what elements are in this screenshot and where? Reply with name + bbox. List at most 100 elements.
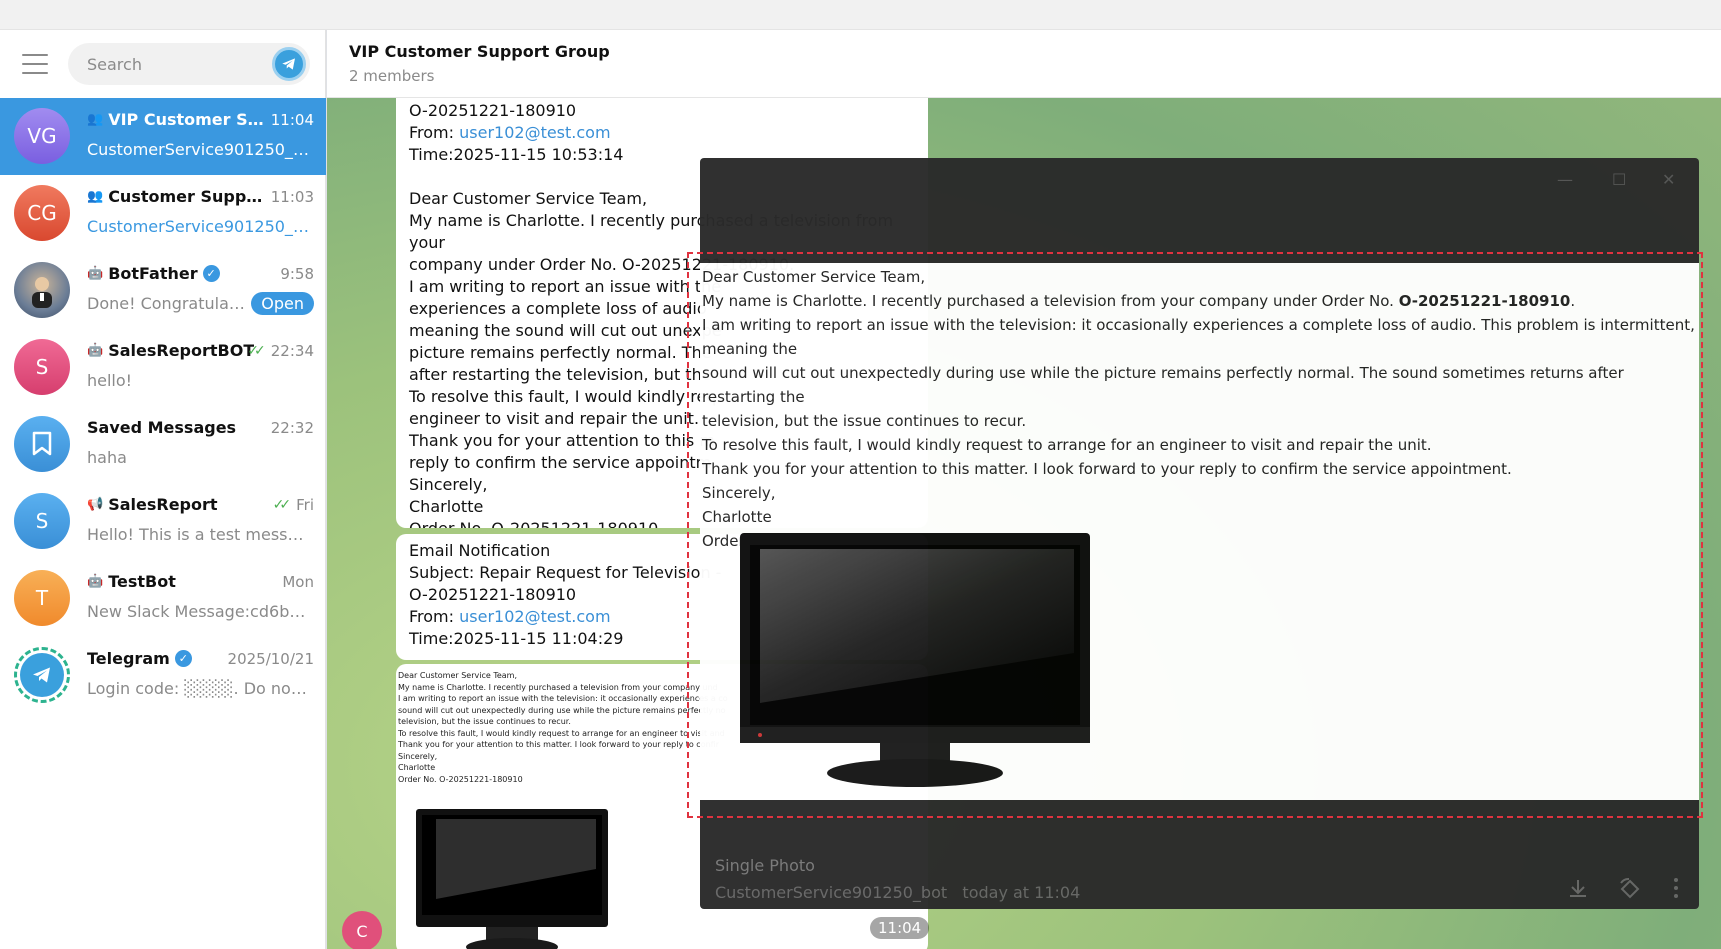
photo-text-line: television, but the issue continues to r… — [702, 412, 1027, 430]
minimize-icon[interactable]: — — [1557, 170, 1573, 189]
viewer-topbar: — ☐ ✕ — [700, 158, 1699, 263]
photo-text-line: Dear Customer Service Team, — [702, 268, 926, 286]
chat-item-botfather[interactable]: 🤖 BotFather ✓ 9:58 Done! Congratulati... O… — [0, 252, 326, 329]
botfather-avatar — [14, 262, 70, 318]
chat-name-text: SalesReport — [108, 495, 218, 514]
photo-text-line: Thank you for your attention to this mat… — [702, 460, 1512, 478]
message-from: From: user102@test.com — [409, 122, 915, 144]
telegram-logo-icon[interactable] — [272, 47, 306, 81]
chat-time-text: 22:34 — [270, 342, 314, 360]
close-icon[interactable]: ✕ — [1662, 170, 1675, 189]
maximize-icon[interactable]: ☐ — [1612, 170, 1626, 189]
bot-icon: 🤖 — [87, 266, 104, 281]
bot-portrait-icon — [32, 277, 52, 308]
chat-preview: Done! Congratulati... — [87, 294, 247, 313]
download-icon[interactable] — [1567, 877, 1589, 904]
open-button[interactable]: Open — [251, 292, 314, 315]
avatar: S — [14, 493, 70, 549]
sidebar-top — [0, 30, 325, 98]
email-link[interactable]: user102@test.com — [459, 607, 610, 626]
chat-item-saved-messages[interactable]: Saved Messages 22:32 haha — [0, 406, 326, 483]
viewer-footer: Single Photo CustomerService901250_bot t… — [700, 800, 1699, 909]
hamburger-menu-icon[interactable] — [22, 54, 48, 74]
viewer-photo-title: Single Photo — [715, 856, 815, 875]
photo-text-line: Charlotte — [702, 508, 772, 526]
photo-text-line: sound will cut out unexpectedly during u… — [702, 364, 1624, 406]
read-ticks-icon: ✓✓ — [272, 497, 292, 513]
telegram-avatar — [14, 647, 70, 703]
search-input[interactable] — [68, 54, 258, 74]
chat-name: 👥 VIP Customer Sup... — [87, 110, 272, 129]
sidebar: VG 👥 VIP Customer Sup... 11:04 CustomerSe… — [0, 30, 326, 949]
order-number-bold: O-20251221-180910 — [1398, 292, 1571, 310]
television-icon — [740, 533, 1090, 787]
chat-name: 📢 SalesReport — [87, 495, 272, 514]
chat-name-text: SalesReportBOT — [108, 341, 255, 360]
sender-avatar[interactable]: C — [342, 911, 382, 949]
email-link[interactable]: user102@test.com — [459, 123, 610, 142]
chat-name-text: BotFather — [108, 264, 198, 283]
chat-name: 🤖 SalesReportBOT — [87, 341, 272, 360]
photo-text-line: To resolve this fault, I would kindly re… — [702, 436, 1432, 454]
bot-icon: 🤖 — [87, 574, 104, 589]
photo-text-segment: . — [1570, 292, 1576, 310]
chat-member-count: 2 members — [349, 67, 435, 85]
chat-item-testbot[interactable]: T 🤖 TestBot Mon New Slack Message:cd6b67b… — [0, 560, 326, 637]
chat-preview: Hello! This is a test message! — [87, 525, 313, 544]
photo-text-line: I am writing to report an issue with the… — [702, 316, 1695, 358]
chat-time: 11:04 — [270, 111, 314, 129]
chat-name: Saved Messages — [87, 418, 237, 437]
chat-item-telegram[interactable]: Telegram ✓ 2025/10/21 Login code: ░░░░. D… — [0, 637, 326, 714]
chat-time: Mon — [282, 573, 314, 591]
chat-time: ✓✓ Fri — [273, 496, 314, 514]
group-icon: 👥 — [87, 112, 104, 127]
viewer-photo-meta: CustomerService901250_bot today at 11:04 — [715, 883, 1080, 902]
chat-time: 22:32 — [270, 419, 314, 437]
avatar: CG — [14, 185, 70, 241]
bookmark-icon — [14, 416, 70, 472]
channel-megaphone-icon: 📢 — [87, 497, 104, 512]
chat-item-vip-customer-support[interactable]: VG 👥 VIP Customer Sup... 11:04 CustomerSe… — [0, 98, 326, 175]
viewer-time: today at 11:04 — [962, 883, 1081, 902]
chat-preview: CustomerService901250_bot... — [87, 217, 313, 236]
window-titlebar — [0, 0, 1721, 30]
avatar: S — [14, 339, 70, 395]
chat-header[interactable]: VIP Customer Support Group 2 members — [327, 30, 1721, 98]
chat-title: VIP Customer Support Group — [349, 42, 610, 61]
chat-name: 🤖 TestBot — [87, 572, 272, 591]
photo-text-line: My name is Charlotte. I recently purchas… — [702, 289, 1697, 313]
viewer-sender[interactable]: CustomerService901250_bot — [715, 883, 947, 902]
verified-icon: ✓ — [174, 650, 192, 667]
chat-item-salesreport[interactable]: S 📢 SalesReport ✓✓ Fri Hello! This is a te… — [0, 483, 326, 560]
date-time-badge: 11:04 — [870, 917, 930, 939]
avatar: VG — [14, 108, 70, 164]
bot-icon: 🤖 — [87, 343, 104, 358]
tv-image-icon — [416, 809, 608, 949]
more-options-icon[interactable] — [1672, 877, 1680, 904]
chat-time: 11:03 — [270, 188, 314, 206]
chat-name-text: VIP Customer Sup... — [108, 110, 272, 129]
telegram-logo-icon — [20, 653, 64, 697]
chat-preview: CustomerService901250_bot: — [87, 140, 313, 159]
chat-time: ✓✓ 22:34 — [247, 342, 314, 360]
chat-name: 👥 Customer Support ... — [87, 187, 272, 206]
chat-preview: Login code: ░░░░. Do not ... — [87, 679, 313, 698]
search-box[interactable] — [68, 43, 310, 85]
chat-name-text: Telegram — [87, 649, 170, 668]
chat-preview: hello! — [87, 371, 133, 390]
photo-text-segment: My name is Charlotte. I recently purchas… — [702, 292, 1399, 310]
image-viewer: — ☐ ✕ Dear Customer Service Team, My nam… — [700, 158, 1699, 909]
photo-text-line: Sincerely, — [702, 484, 776, 502]
read-ticks-icon: ✓✓ — [247, 343, 266, 359]
from-label: From: — [409, 607, 460, 626]
chat-item-customer-support[interactable]: CG 👥 Customer Support ... 11:03 CustomerS… — [0, 175, 326, 252]
chat-preview: New Slack Message:cd6b67b... — [87, 602, 313, 621]
chat-name-text: TestBot — [108, 572, 176, 591]
chat-item-salesreportbot[interactable]: S 🤖 SalesReportBOT ✓✓ 22:34 hello! — [0, 329, 326, 406]
avatar: T — [14, 570, 70, 626]
chat-time: 9:58 — [280, 265, 314, 283]
chat-time-text: Fri — [296, 496, 314, 514]
rotate-icon[interactable] — [1618, 877, 1642, 906]
chat-time: 2025/10/21 — [227, 650, 314, 668]
viewer-photo[interactable]: Dear Customer Service Team, My name is C… — [700, 263, 1699, 800]
